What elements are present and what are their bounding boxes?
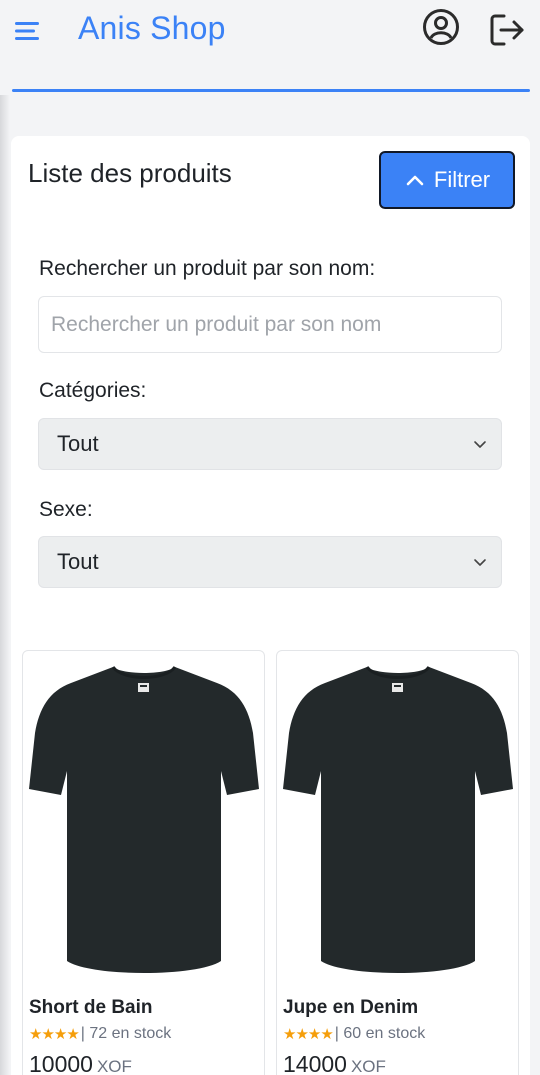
chevron-down-icon	[474, 441, 486, 448]
brand-title[interactable]: Anis Shop	[78, 10, 226, 47]
app-header: Anis Shop	[0, 0, 540, 92]
search-label: Rechercher un produit par son nom:	[39, 257, 376, 280]
tshirt-icon	[29, 665, 259, 973]
page-title: Liste des produits	[28, 158, 232, 188]
stock-count: | 72 en stock	[80, 1025, 172, 1042]
edge-shadow	[0, 95, 10, 1075]
filter-button[interactable]: Filtrer	[379, 151, 515, 209]
tshirt-icon	[283, 665, 513, 973]
category-select-value: Tout	[57, 431, 99, 456]
product-name: Short de Bain	[29, 997, 153, 1018]
star-rating: ★★★★	[283, 1026, 334, 1043]
gender-select[interactable]: Tout	[38, 536, 502, 588]
product-name: Jupe en Denim	[283, 997, 419, 1018]
product-card[interactable]: Jupe en Denim ★★★★ | 60 en stock 14000 XO…	[276, 650, 519, 1075]
gender-label: Sexe:	[39, 498, 93, 521]
product-rating: ★★★★ | 60 en stock	[283, 1025, 425, 1043]
gender-select-value: Tout	[57, 549, 99, 574]
star-rating: ★★★★	[29, 1026, 80, 1043]
product-rating: ★★★★ | 72 en stock	[29, 1025, 171, 1043]
filter-button-label: Filtrer	[433, 167, 491, 192]
stock-count: | 60 en stock	[334, 1025, 426, 1042]
price-value: 10000	[29, 1051, 93, 1075]
search-input[interactable]	[38, 296, 502, 353]
product-price: 14000 XOF	[283, 1051, 386, 1075]
product-price: 10000 XOF	[29, 1051, 132, 1075]
header-divider	[12, 89, 530, 92]
price-currency: XOF	[350, 1057, 386, 1075]
product-list-card: Liste des produits Filtrer Rechercher un…	[11, 136, 530, 1075]
price-value: 14000	[283, 1051, 347, 1075]
user-circle-icon[interactable]	[421, 7, 461, 47]
price-currency: XOF	[96, 1057, 132, 1075]
category-select[interactable]: Tout	[38, 418, 502, 470]
chevron-down-icon	[474, 559, 486, 566]
menu-icon[interactable]	[14, 20, 42, 42]
chevron-up-icon	[406, 175, 424, 186]
category-label: Catégories:	[39, 379, 147, 402]
product-card[interactable]: Short de Bain ★★★★ | 72 en stock 10000 XO…	[22, 650, 265, 1075]
logout-icon[interactable]	[487, 10, 527, 50]
